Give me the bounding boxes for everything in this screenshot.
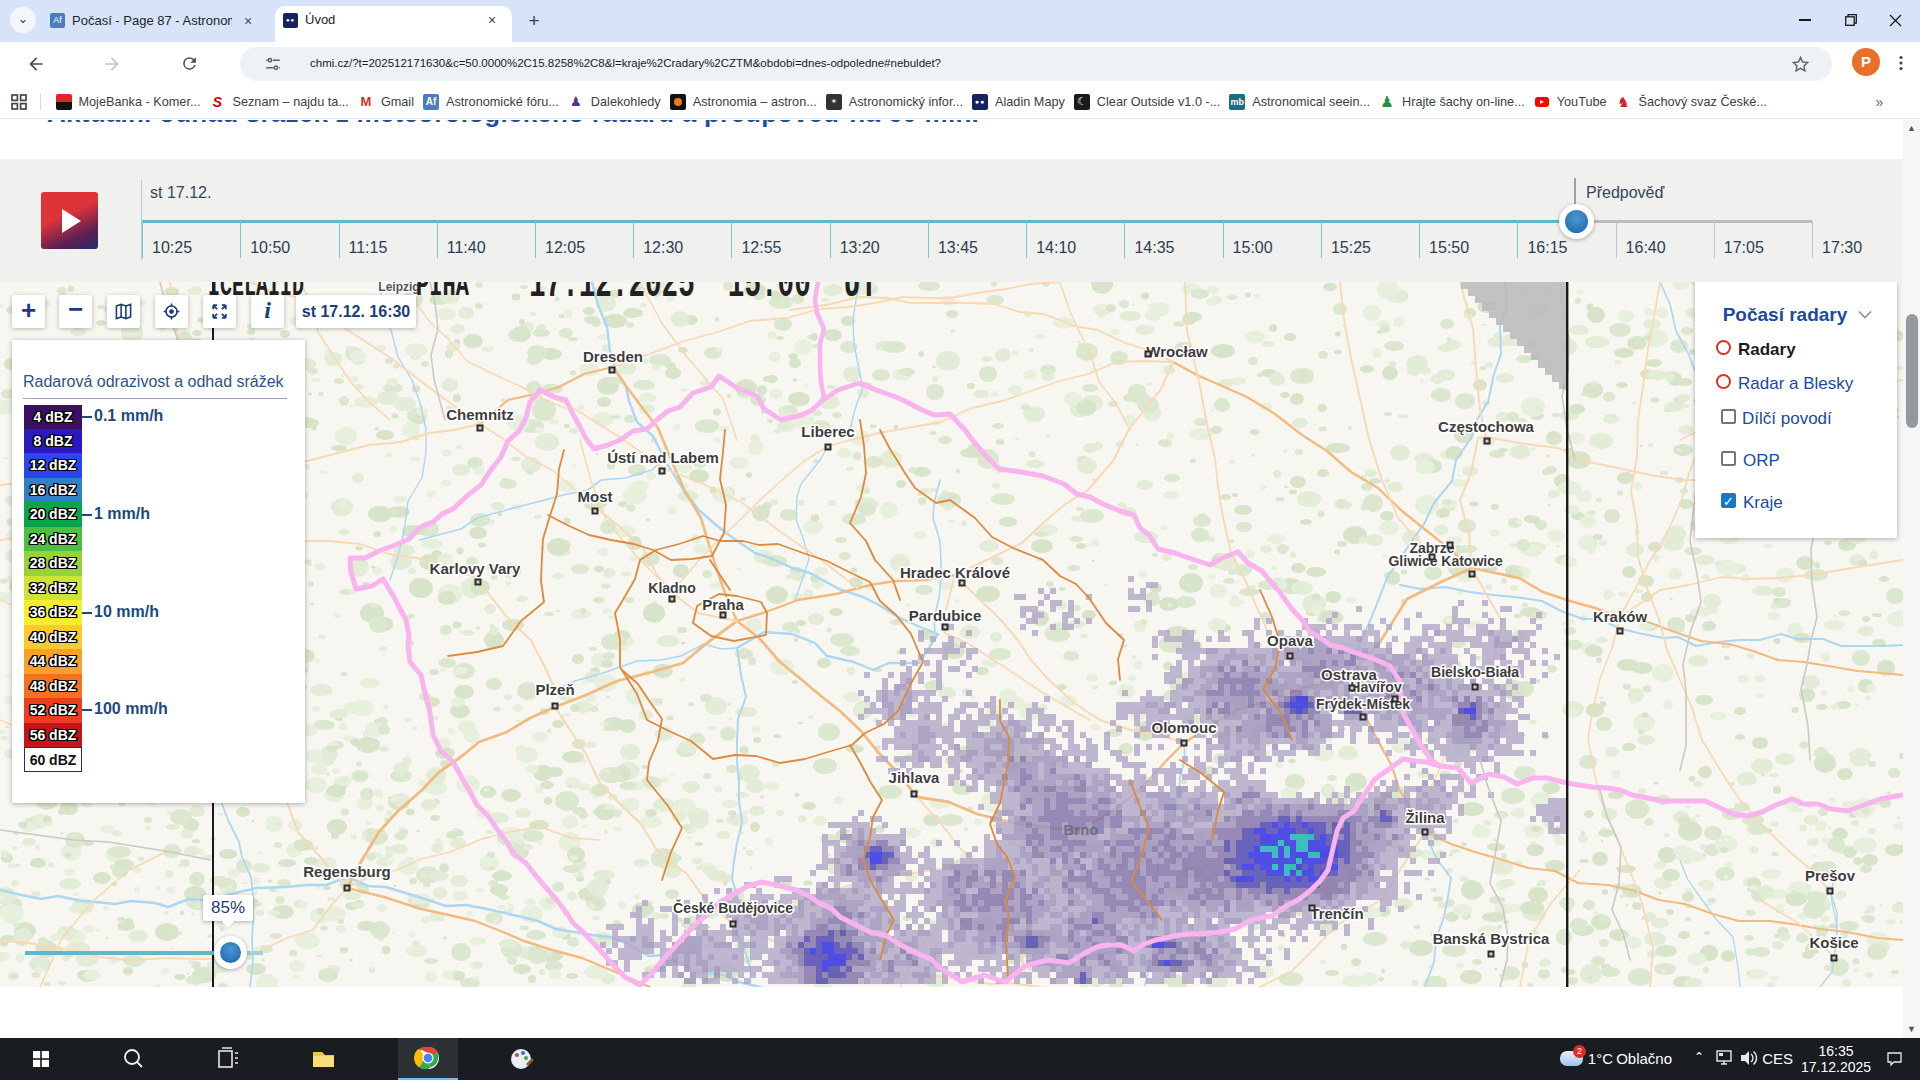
svg-text:Žilina: Žilina bbox=[1405, 809, 1445, 826]
svg-text:Olomouc: Olomouc bbox=[1151, 719, 1216, 736]
svg-text:Chemnitz: Chemnitz bbox=[446, 406, 514, 423]
svg-text:Kraków: Kraków bbox=[1593, 608, 1648, 625]
svg-text:Leipzig: Leipzig bbox=[378, 282, 419, 294]
svg-text:České Budějovice: České Budějovice bbox=[673, 899, 793, 916]
svg-text:Hradec Králové: Hradec Králové bbox=[900, 564, 1010, 581]
svg-text:Katowice: Katowice bbox=[1441, 553, 1503, 569]
svg-text:Košice: Košice bbox=[1809, 934, 1858, 951]
svg-text:Dresden: Dresden bbox=[583, 348, 643, 365]
svg-text:Praha: Praha bbox=[702, 596, 744, 613]
svg-text:Bielsko-Biała: Bielsko-Biała bbox=[1431, 664, 1519, 680]
svg-text:Karlovy Vary: Karlovy Vary bbox=[430, 560, 522, 577]
svg-text:Regensburg: Regensburg bbox=[303, 863, 391, 880]
svg-text:Kladno: Kladno bbox=[648, 580, 695, 596]
svg-text:Trenčín: Trenčín bbox=[1310, 905, 1363, 922]
svg-text:Jihlava: Jihlava bbox=[889, 769, 941, 786]
svg-text:Most: Most bbox=[578, 488, 613, 505]
svg-text:Ústí nad Labem: Ústí nad Labem bbox=[607, 449, 719, 466]
svg-text:Banská Bystrica: Banská Bystrica bbox=[1433, 930, 1550, 947]
svg-text:Pardubice: Pardubice bbox=[909, 607, 982, 624]
svg-text:Opava: Opava bbox=[1267, 632, 1314, 649]
svg-text:Prešov: Prešov bbox=[1805, 867, 1856, 884]
svg-text:Brno: Brno bbox=[1064, 821, 1099, 838]
svg-text:Plzeň: Plzeň bbox=[535, 681, 574, 698]
svg-text:Częstochowa: Częstochowa bbox=[1438, 418, 1535, 435]
svg-text:Wrocław: Wrocław bbox=[1146, 343, 1208, 360]
svg-text:Liberec: Liberec bbox=[801, 423, 854, 440]
svg-text:17.12.2025 15.00 UT: 17.12.2025 15.00 UT bbox=[529, 282, 877, 309]
svg-text:PIHA: PIHA bbox=[416, 282, 469, 305]
svg-text:Havířov: Havířov bbox=[1350, 679, 1402, 695]
